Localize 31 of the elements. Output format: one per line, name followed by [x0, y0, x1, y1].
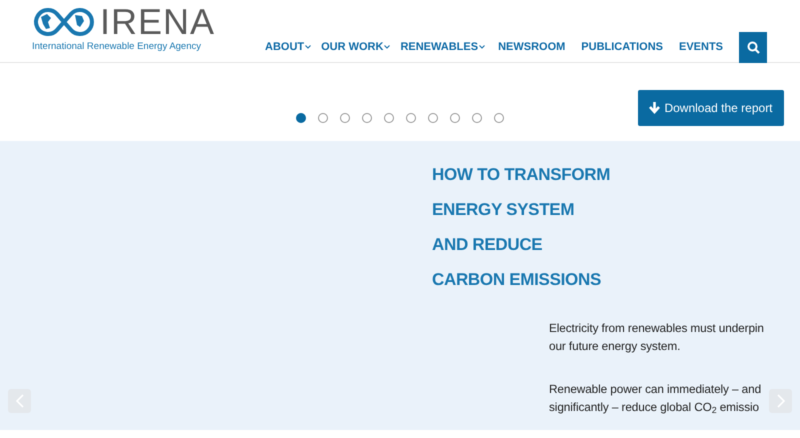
download-arrow-icon	[649, 102, 660, 114]
slide-dot[interactable]	[406, 113, 416, 123]
heading-line: HOW TO TRANSFORM	[432, 164, 610, 186]
nav-link[interactable]: NEWSROOM	[490, 39, 574, 56]
nav-link[interactable]: RENEWABLES	[395, 39, 490, 56]
slide-dot[interactable]	[428, 113, 438, 123]
logo-tagline: International Renewable Energy Agency	[32, 42, 202, 52]
paragraph: Renewable power can immediately – and significantly – reduce global CO$_{2}$ emissio	[549, 381, 762, 416]
paragraph: Electricity from renewables must underpin our future energy system.	[549, 320, 765, 355]
download-button[interactable]: Download the report	[638, 90, 784, 126]
heading-line: ENERGY SYSTEM	[432, 199, 576, 221]
logo-icon	[32, 7, 96, 37]
slide-dot[interactable]	[450, 113, 460, 123]
nav-link[interactable]: EVENTS	[670, 39, 731, 56]
nav-link[interactable]: ABOUT	[260, 39, 316, 56]
chevron-right-icon	[776, 394, 784, 408]
slide-dot[interactable]	[340, 113, 350, 123]
nav-link[interactable]: PUBLICATIONS	[573, 39, 671, 56]
heading-line: CARBON EMISSIONS	[432, 269, 602, 291]
slide-dot[interactable]	[472, 113, 482, 123]
slide-dot[interactable]	[384, 113, 394, 123]
nav-link[interactable]: OUR WORK	[316, 39, 396, 56]
heading-line: AND REDUCE	[432, 234, 544, 256]
search-button[interactable]	[739, 32, 767, 63]
slide-dot[interactable]	[362, 113, 372, 123]
slide-dot[interactable]	[494, 113, 504, 123]
slide-dot[interactable]	[318, 113, 328, 123]
search-icon	[746, 41, 760, 54]
slide-dot[interactable]	[296, 113, 306, 123]
logo-name: IRENA	[100, 4, 216, 40]
chevron-left-icon	[16, 394, 24, 408]
